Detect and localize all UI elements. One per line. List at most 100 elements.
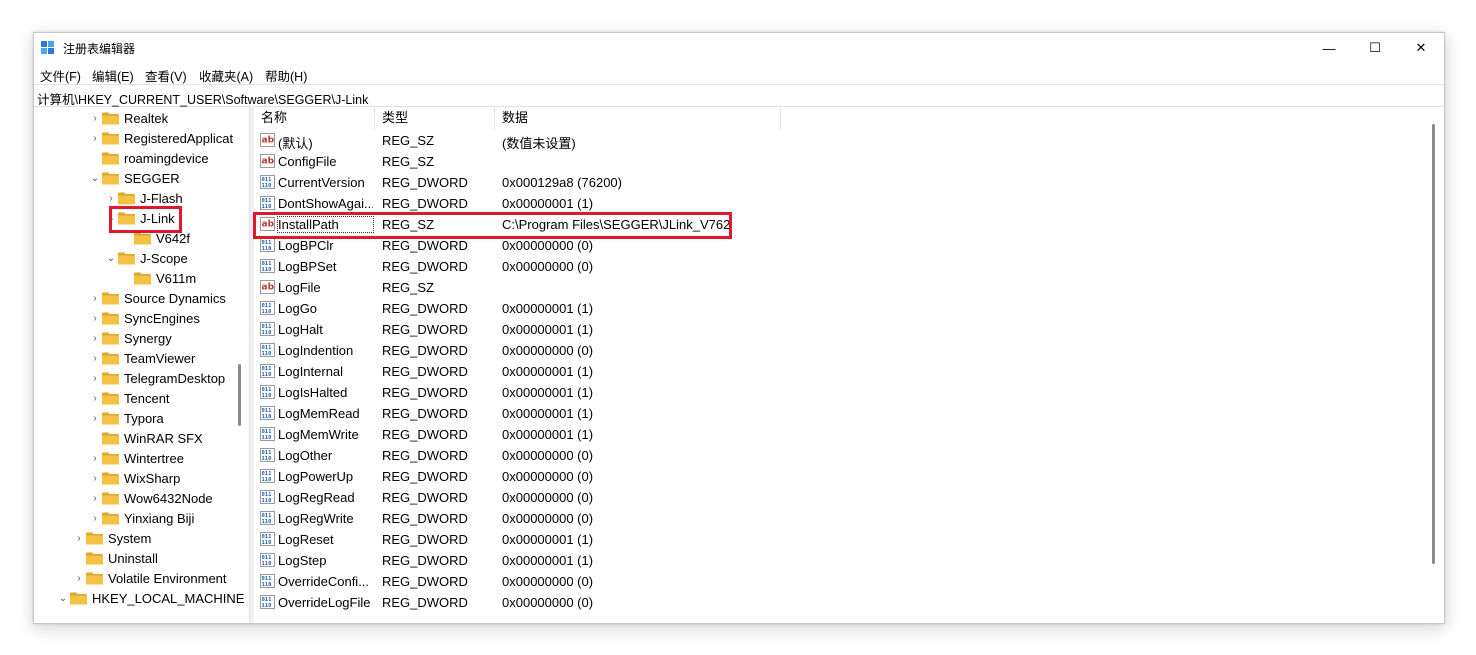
tree-item[interactable]: › RegisteredApplicat <box>88 128 233 148</box>
chevron-right-icon[interactable]: › <box>88 373 102 384</box>
chevron-right-icon[interactable]: › <box>88 493 102 504</box>
chevron-down-icon[interactable]: ⌄ <box>104 213 118 224</box>
tree-item[interactable]: › Source Dynamics <box>88 288 226 308</box>
value-row[interactable]: 011 110 LogHalt REG_DWORD 0x00000001 (1) <box>254 319 854 340</box>
tree-item[interactable]: › Realtek <box>88 108 168 128</box>
value-row[interactable]: 011 110 LogStep REG_DWORD 0x00000001 (1) <box>254 550 854 571</box>
chevron-right-icon[interactable]: › <box>72 533 86 544</box>
tree-item[interactable]: V611m <box>120 268 196 288</box>
tree-item[interactable]: › TelegramDesktop <box>88 368 225 388</box>
chevron-right-icon[interactable]: › <box>88 313 102 324</box>
value-data: 0x00000000 (0) <box>502 574 594 589</box>
chevron-right-icon[interactable]: › <box>88 413 102 424</box>
menu-file[interactable]: 文件(F) <box>40 66 81 85</box>
maximize-button[interactable]: ☐ <box>1352 33 1398 63</box>
chevron-down-icon[interactable]: ⌄ <box>88 173 102 184</box>
window-title: 注册表编辑器 <box>63 42 136 56</box>
column-header-data[interactable]: 数据 <box>495 106 781 130</box>
tree-item[interactable]: › WixSharp <box>88 468 180 488</box>
tree-item[interactable]: V642f <box>120 228 190 248</box>
binary-value-icon: 011 110 <box>260 301 275 315</box>
tree-item[interactable]: › Synergy <box>88 328 172 348</box>
value-row[interactable]: 011 110 LogGo REG_DWORD 0x00000001 (1) <box>254 298 854 319</box>
tree-item[interactable]: › Yinxiang Biji <box>88 508 194 528</box>
chevron-right-icon[interactable]: › <box>88 353 102 364</box>
value-row[interactable]: ab InstallPath REG_SZ C:\Program Files\SEGG… <box>254 214 854 235</box>
value-row[interactable]: ab (默认) REG_SZ (数值未设置) <box>254 130 854 151</box>
value-row[interactable]: 011 110 CurrentVersion REG_DWORD 0x000129a8 … <box>254 172 854 193</box>
value-row[interactable]: 011 110 LogOther REG_DWORD 0x00000000 (0) <box>254 445 854 466</box>
menu-view[interactable]: 查看(V) <box>145 66 187 85</box>
close-button[interactable]: ✕ <box>1398 33 1444 63</box>
chevron-right-icon[interactable]: › <box>88 133 102 144</box>
chevron-right-icon[interactable]: › <box>88 333 102 344</box>
title-bar[interactable]: 注册表编辑器 — ☐ ✕ <box>34 33 1444 63</box>
value-row[interactable]: 011 110 OverrideLogFile REG_DWORD 0x00000000… <box>254 592 854 613</box>
value-name: LogRegRead <box>278 490 355 505</box>
tree-item[interactable]: roamingdevice <box>88 148 209 168</box>
chevron-right-icon[interactable]: › <box>88 393 102 404</box>
tree-item[interactable]: › System <box>72 528 151 548</box>
value-row[interactable]: 011 110 LogIndention REG_DWORD 0x00000000 (0… <box>254 340 854 361</box>
value-row[interactable]: 011 110 DontShowAgai... REG_DWORD 0x00000001… <box>254 193 854 214</box>
value-row[interactable]: 011 110 LogBPClr REG_DWORD 0x00000000 (0) <box>254 235 854 256</box>
address-bar[interactable]: 计算机\HKEY_CURRENT_USER\Software\SEGGER\J-… <box>34 84 1444 107</box>
tree-item-label: J-Flash <box>140 190 183 206</box>
folder-icon <box>134 232 151 245</box>
column-header-type[interactable]: 类型 <box>375 106 495 130</box>
tree-item[interactable]: WinRAR SFX <box>88 428 203 448</box>
value-row[interactable]: 011 110 LogIsHalted REG_DWORD 0x00000001 (1) <box>254 382 854 403</box>
chevron-down-icon[interactable]: ⌄ <box>104 253 118 264</box>
value-row[interactable]: 011 110 LogInternal REG_DWORD 0x00000001 (1) <box>254 361 854 382</box>
value-row[interactable]: 011 110 LogBPSet REG_DWORD 0x00000000 (0) <box>254 256 854 277</box>
column-header-name[interactable]: 名称 <box>254 106 375 130</box>
tree-item[interactable]: › Tencent <box>88 388 169 408</box>
tree-item[interactable]: ⌄ SEGGER <box>88 168 180 188</box>
svg-text:ab: ab <box>262 283 275 293</box>
chevron-right-icon[interactable]: › <box>104 193 118 204</box>
tree-item[interactable]: › J-Flash <box>104 188 183 208</box>
tree-item[interactable]: › Wow6432Node <box>88 488 212 508</box>
value-row[interactable]: 011 110 LogMemWrite REG_DWORD 0x00000001 (1) <box>254 424 854 445</box>
tree-vertical-scrollbar[interactable] <box>238 364 241 426</box>
value-row[interactable]: 011 110 LogReset REG_DWORD 0x00000001 (1) <box>254 529 854 550</box>
tree-item-label: Synergy <box>124 330 172 346</box>
value-data: 0x000129a8 (76200) <box>502 175 622 190</box>
value-row[interactable]: ab ConfigFile REG_SZ <box>254 151 854 172</box>
value-row[interactable]: 011 110 OverrideConfi... REG_DWORD 0x0000000… <box>254 571 854 592</box>
chevron-right-icon[interactable]: › <box>88 453 102 464</box>
value-row[interactable]: 011 110 LogRegWrite REG_DWORD 0x00000000 (0) <box>254 508 854 529</box>
chevron-right-icon[interactable]: › <box>88 473 102 484</box>
minimize-button[interactable]: — <box>1306 33 1352 63</box>
value-data: 0x00000001 (1) <box>502 364 594 379</box>
tree-item[interactable]: ⌄ J-Link <box>104 208 175 228</box>
chevron-right-icon[interactable]: › <box>88 113 102 124</box>
chevron-right-icon[interactable]: › <box>88 293 102 304</box>
tree-item[interactable]: › Volatile Environment <box>72 568 226 588</box>
string-value-icon: ab <box>260 280 275 294</box>
value-row[interactable]: 011 110 LogPowerUp REG_DWORD 0x00000000 (0) <box>254 466 854 487</box>
menu-edit[interactable]: 编辑(E) <box>92 66 134 85</box>
tree-item-label: roamingdevice <box>124 150 209 166</box>
value-row[interactable]: 011 110 LogRegRead REG_DWORD 0x00000000 (0) <box>254 487 854 508</box>
value-type: REG_DWORD <box>382 238 468 253</box>
tree-item[interactable]: › SyncEngines <box>88 308 200 328</box>
menu-favorites[interactable]: 收藏夹(A) <box>199 66 253 85</box>
chevron-right-icon[interactable]: › <box>72 573 86 584</box>
menu-help[interactable]: 帮助(H) <box>265 66 307 85</box>
chevron-right-icon[interactable]: › <box>88 513 102 524</box>
tree-item[interactable]: › Wintertree <box>88 448 184 468</box>
value-name: LogMemWrite <box>278 427 359 442</box>
tree-item[interactable]: › Typora <box>88 408 163 428</box>
value-row[interactable]: ab LogFile REG_SZ <box>254 277 854 298</box>
value-type: REG_DWORD <box>382 196 468 211</box>
vertical-scrollbar[interactable] <box>1432 124 1435 564</box>
chevron-down-icon[interactable]: ⌄ <box>56 593 70 604</box>
tree-item[interactable]: › TeamViewer <box>88 348 195 368</box>
tree-item[interactable]: ⌄ J-Scope <box>104 248 188 268</box>
tree-item[interactable]: Uninstall <box>72 548 158 568</box>
folder-icon <box>102 372 119 385</box>
value-data: 0x00000000 (0) <box>502 469 594 484</box>
value-row[interactable]: 011 110 LogMemRead REG_DWORD 0x00000001 (1) <box>254 403 854 424</box>
tree-item[interactable]: ⌄ HKEY_LOCAL_MACHINE <box>56 588 245 608</box>
